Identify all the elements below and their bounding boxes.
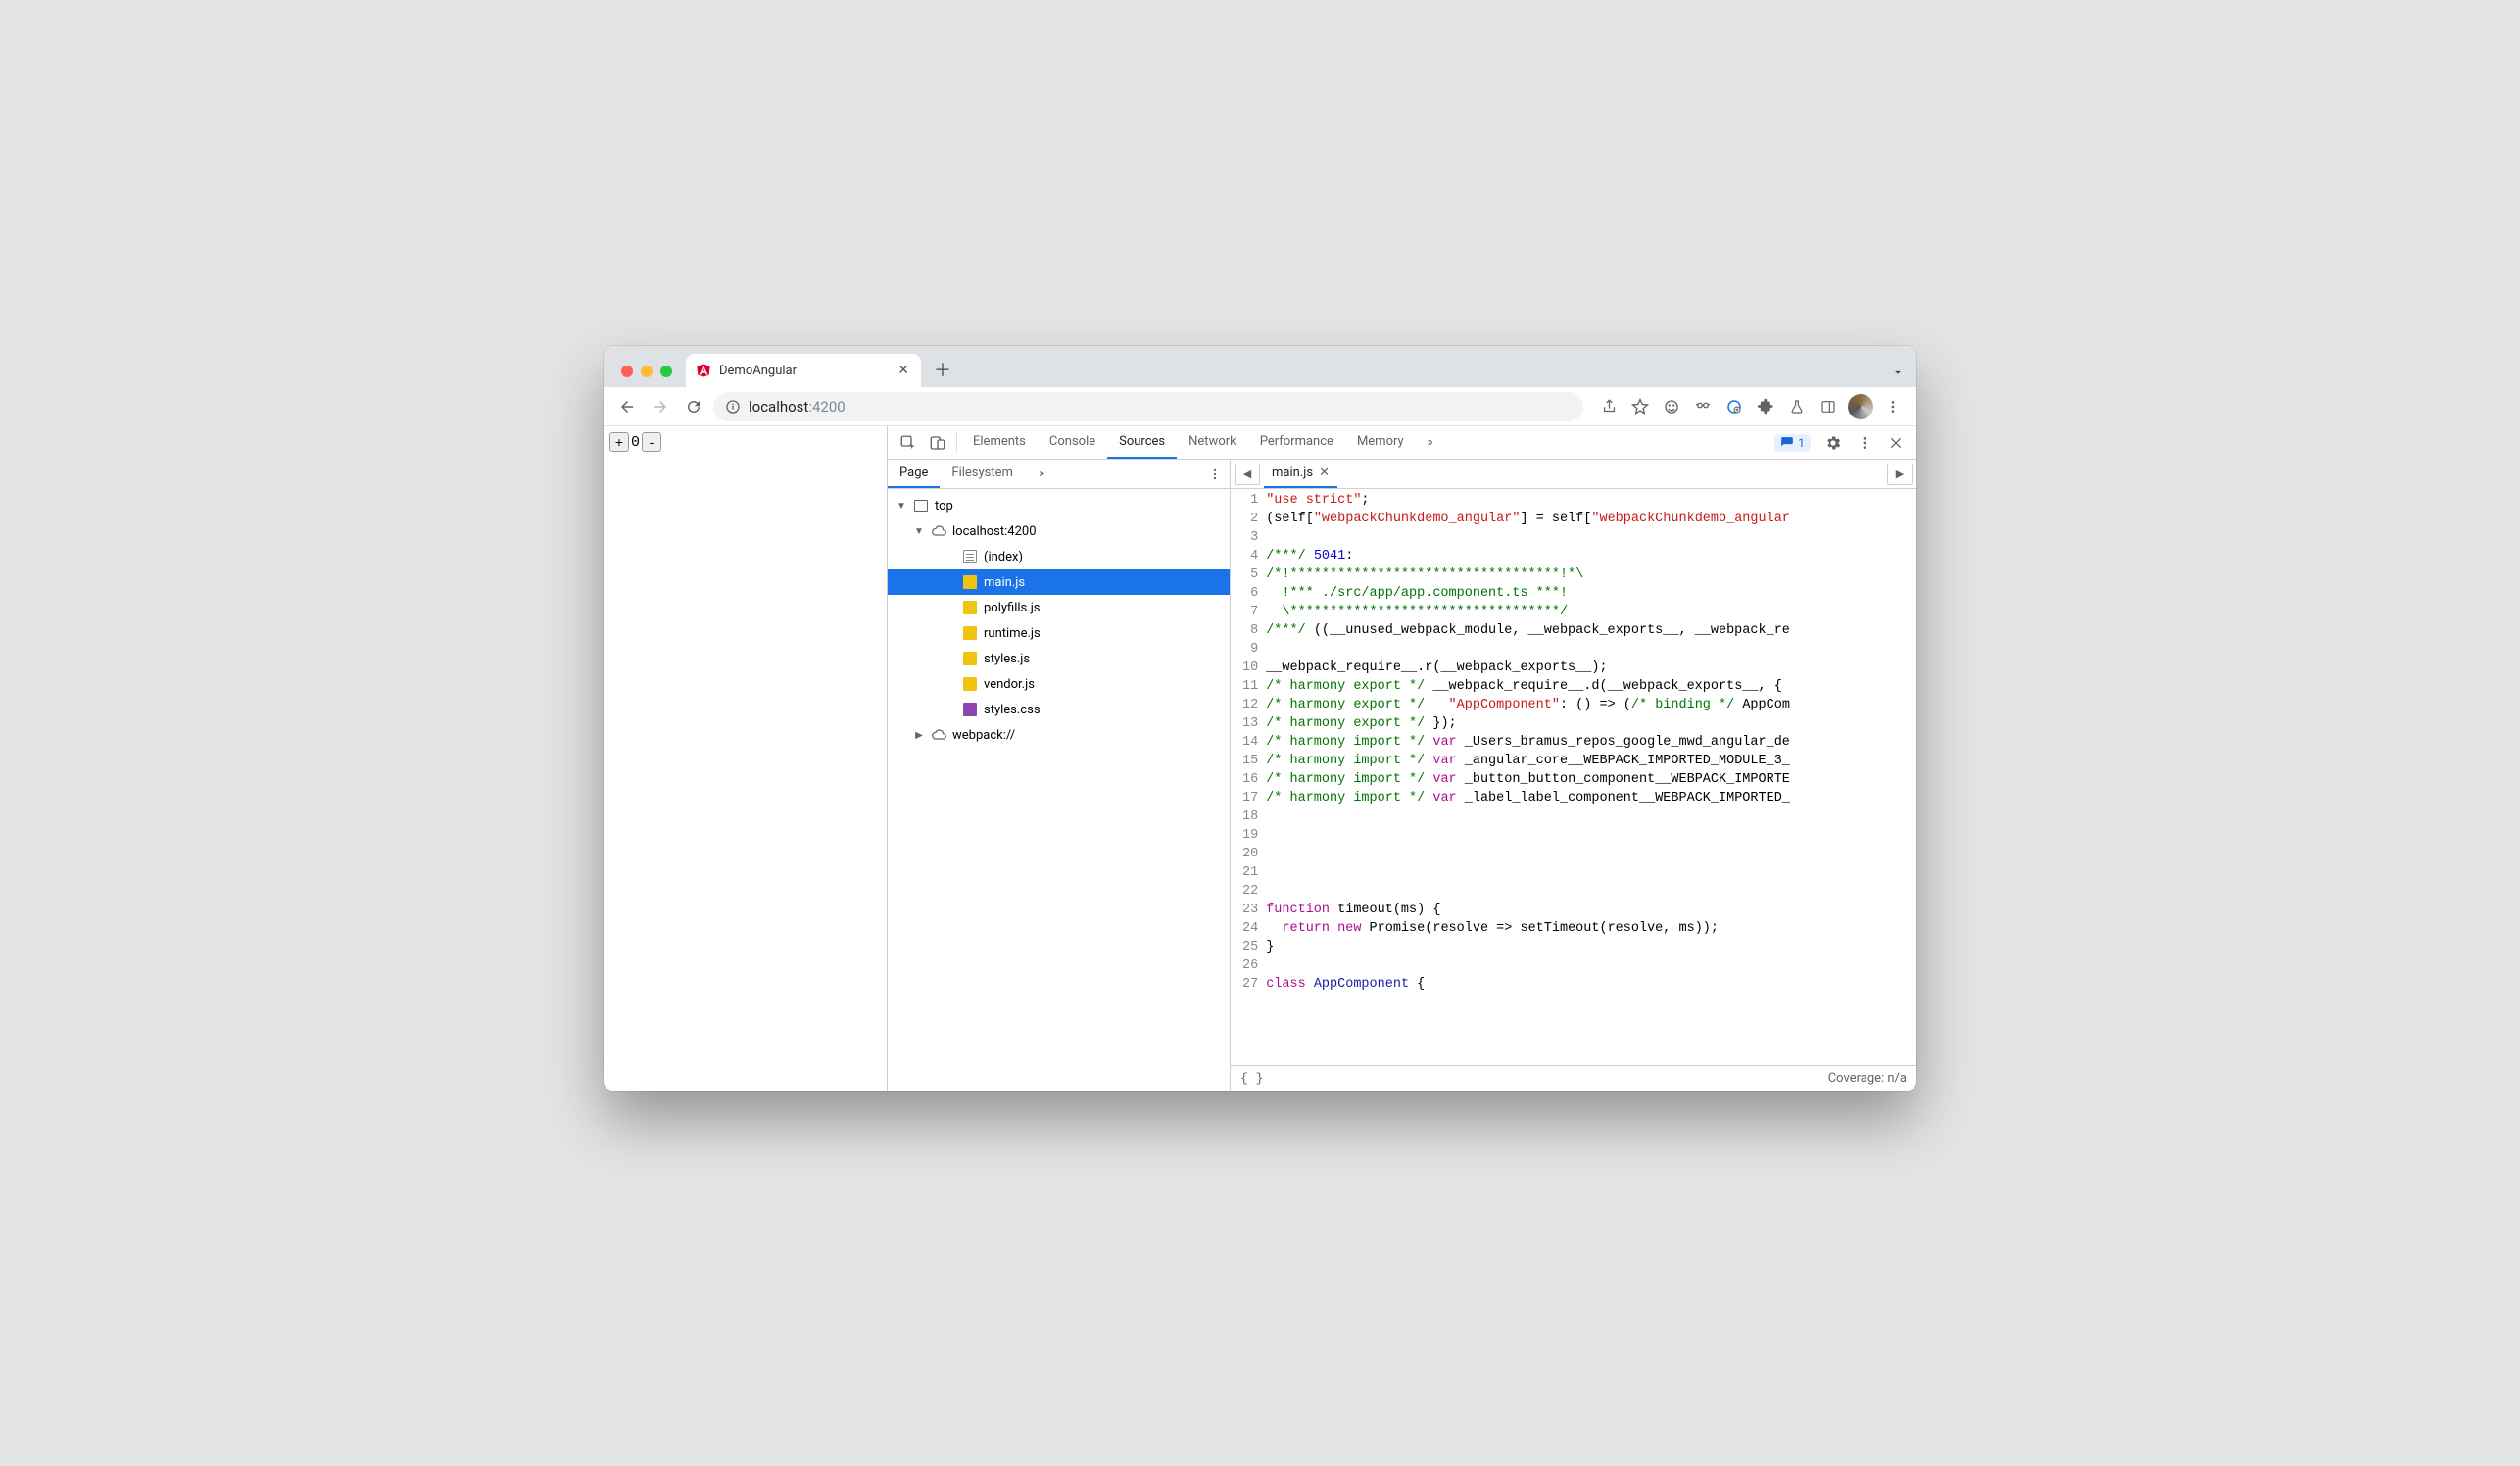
- js-file-icon: [962, 600, 978, 615]
- counter-widget: + 0 -: [609, 432, 661, 452]
- issues-chip[interactable]: 1: [1774, 434, 1811, 452]
- line-gutter: 1234567891011121314151617181920212223242…: [1231, 489, 1266, 1065]
- angular-icon: [696, 363, 711, 378]
- sources-side-tabs: Page Filesystem »: [888, 460, 1230, 489]
- tree-file-runtime-js[interactable]: runtime.js: [888, 620, 1230, 646]
- tree-node-top[interactable]: ▼ top: [888, 493, 1230, 518]
- back-button[interactable]: [613, 393, 641, 420]
- editor-tab-main[interactable]: main.js ✕: [1264, 460, 1337, 488]
- device-toolbar-icon[interactable]: [923, 426, 952, 459]
- share-icon[interactable]: [1595, 393, 1623, 420]
- tree-file-styles-css[interactable]: styles.css: [888, 697, 1230, 722]
- issues-count: 1: [1798, 436, 1805, 450]
- page-content: + 0 -: [604, 426, 888, 1091]
- js-file-icon: [962, 651, 978, 666]
- code-editor[interactable]: 1234567891011121314151617181920212223242…: [1231, 489, 1916, 1065]
- settings-icon[interactable]: [1818, 434, 1848, 452]
- minimize-window-button[interactable]: [641, 366, 653, 377]
- code-content: "use strict";(self["webpackChunkdemo_ang…: [1266, 489, 1916, 1065]
- document-icon: [962, 549, 978, 564]
- side-panel-icon[interactable]: [1815, 393, 1842, 420]
- url-host: localhost:4200: [749, 398, 846, 415]
- tab-sources[interactable]: Sources: [1107, 426, 1177, 459]
- tab-title: DemoAngular: [719, 364, 888, 378]
- bookmark-icon[interactable]: [1626, 393, 1654, 420]
- side-tab-page[interactable]: Page: [888, 460, 940, 488]
- forward-button[interactable]: [647, 393, 674, 420]
- extension-icon[interactable]: [1658, 393, 1685, 420]
- editor-statusbar: { } Coverage: n/a: [1231, 1065, 1916, 1091]
- coverage-status: Coverage: n/a: [1828, 1071, 1907, 1086]
- more-tabs-icon[interactable]: »: [1416, 426, 1445, 459]
- extension-icon-3[interactable]: [1720, 393, 1748, 420]
- labs-icon[interactable]: [1783, 393, 1811, 420]
- tree-file-label: main.js: [984, 575, 1025, 590]
- browser-tab[interactable]: DemoAngular ✕: [686, 354, 921, 387]
- tree-file-label: vendor.js: [984, 677, 1035, 692]
- devtools-menu-icon[interactable]: [1850, 435, 1879, 451]
- sources-sidebar: Page Filesystem » ▼ top: [888, 460, 1231, 1091]
- toggle-navigator-icon[interactable]: ◀: [1235, 464, 1260, 485]
- side-tab-filesystem[interactable]: Filesystem: [940, 460, 1025, 488]
- tab-strip: DemoAngular ✕ ＋: [604, 346, 1916, 387]
- pretty-print-icon[interactable]: { }: [1240, 1071, 1263, 1086]
- tree-file-label: styles.css: [984, 703, 1041, 717]
- window-controls: [621, 366, 672, 377]
- tree-file-polyfills-js[interactable]: polyfills.js: [888, 595, 1230, 620]
- file-tree: ▼ top ▼ localhost:4200: [888, 489, 1230, 1091]
- browser-window: DemoAngular ✕ ＋ loca: [604, 346, 1916, 1091]
- tab-performance[interactable]: Performance: [1248, 426, 1345, 459]
- browser-menu-icon[interactable]: [1879, 393, 1907, 420]
- tab-elements[interactable]: Elements: [961, 426, 1038, 459]
- tree-file-label: runtime.js: [984, 626, 1041, 641]
- devtools-panel: Elements Console Sources Network Perform…: [888, 426, 1916, 1091]
- profile-avatar[interactable]: [1848, 394, 1873, 419]
- close-window-button[interactable]: [621, 366, 633, 377]
- toggle-debugger-icon[interactable]: ▶: [1887, 464, 1913, 485]
- omnibox[interactable]: localhost:4200: [713, 392, 1583, 421]
- tree-file-styles-js[interactable]: styles.js: [888, 646, 1230, 671]
- address-bar: localhost:4200: [604, 387, 1916, 426]
- css-file-icon: [962, 702, 978, 717]
- extensions-menu-icon[interactable]: [1752, 393, 1779, 420]
- devtools-tabbar: Elements Console Sources Network Perform…: [888, 426, 1916, 460]
- tab-console[interactable]: Console: [1038, 426, 1107, 459]
- inspect-element-icon[interactable]: [894, 426, 923, 459]
- tree-file-vendor-js[interactable]: vendor.js: [888, 671, 1230, 697]
- editor-pane: ◀ main.js ✕ ▶ 12345678910111213141516171…: [1231, 460, 1916, 1091]
- cloud-icon: [931, 523, 946, 539]
- close-editor-tab-icon[interactable]: ✕: [1319, 465, 1330, 480]
- editor-tabbar: ◀ main.js ✕ ▶: [1231, 460, 1916, 489]
- counter-value: 0: [631, 434, 640, 451]
- tree-file-label: polyfills.js: [984, 601, 1041, 615]
- increment-button[interactable]: +: [609, 432, 629, 452]
- extension-icon-2[interactable]: [1689, 393, 1717, 420]
- reload-button[interactable]: [680, 393, 707, 420]
- close-devtools-icon[interactable]: [1881, 435, 1911, 451]
- cloud-icon: [931, 727, 946, 743]
- maximize-window-button[interactable]: [660, 366, 672, 377]
- side-tabs-more-icon[interactable]: »: [1029, 460, 1054, 488]
- new-tab-button[interactable]: ＋: [929, 356, 956, 383]
- tree-file-label: styles.js: [984, 652, 1030, 666]
- tree-file-label: (index): [984, 550, 1023, 564]
- editor-tab-label: main.js: [1272, 465, 1313, 480]
- tree-node-webpack[interactable]: ▶ webpack://: [888, 722, 1230, 748]
- site-info-icon[interactable]: [725, 399, 741, 415]
- tab-memory[interactable]: Memory: [1345, 426, 1416, 459]
- js-file-icon: [962, 676, 978, 692]
- side-tabs-menu-icon[interactable]: [1200, 460, 1230, 488]
- tree-file--index-[interactable]: (index): [888, 544, 1230, 569]
- tab-list-button[interactable]: [1891, 366, 1905, 379]
- tab-network[interactable]: Network: [1177, 426, 1248, 459]
- js-file-icon: [962, 625, 978, 641]
- tree-node-origin[interactable]: ▼ localhost:4200: [888, 518, 1230, 544]
- decrement-button[interactable]: -: [642, 432, 661, 452]
- js-file-icon: [962, 574, 978, 590]
- close-tab-button[interactable]: ✕: [896, 363, 911, 378]
- tree-file-main-js[interactable]: main.js: [888, 569, 1230, 595]
